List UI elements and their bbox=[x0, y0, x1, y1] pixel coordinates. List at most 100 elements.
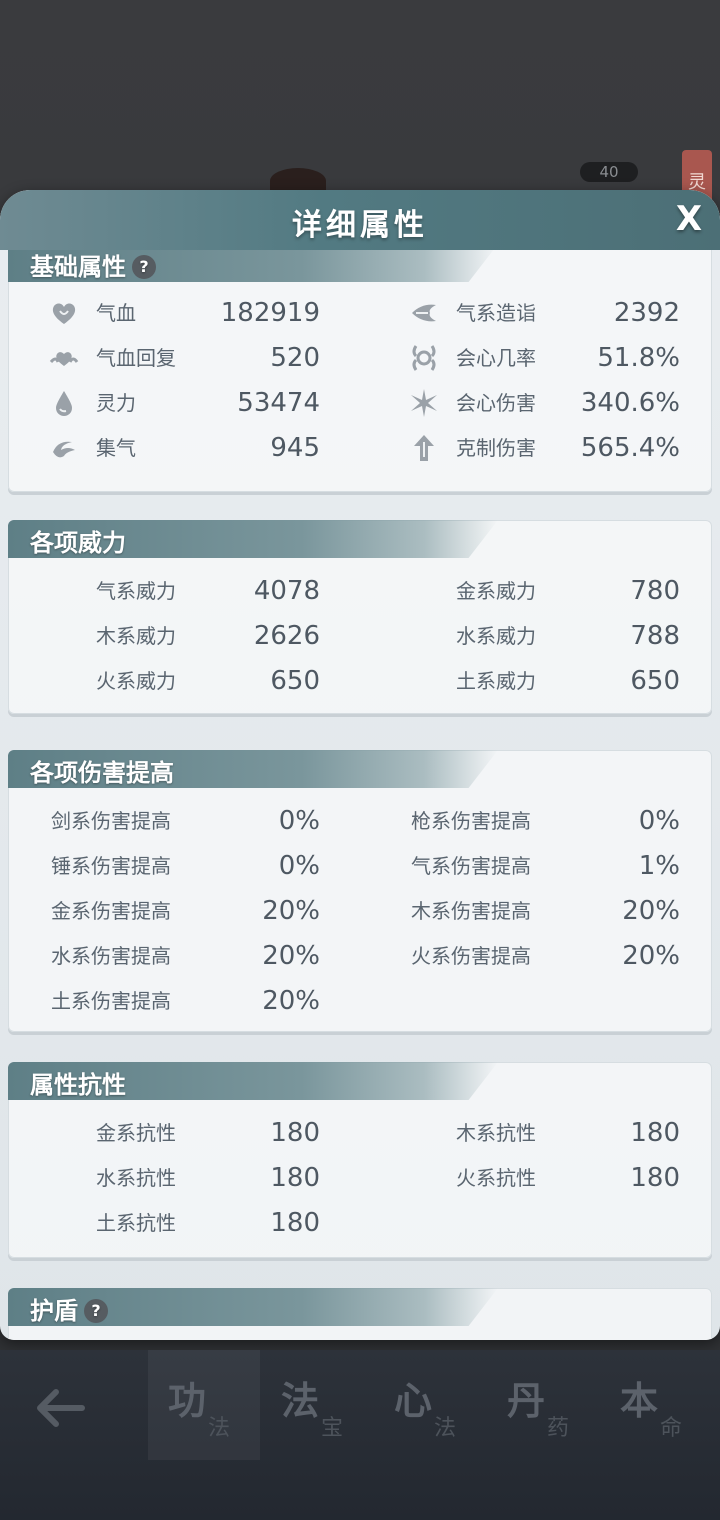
water-drop-icon bbox=[48, 387, 80, 419]
stat-label: 金系伤害提高 bbox=[51, 899, 171, 923]
nav-tab[interactable]: 丹药 bbox=[487, 1350, 599, 1460]
stat-row: 会心伤害 340.6% bbox=[368, 386, 680, 420]
stat-value: 4078 bbox=[253, 576, 320, 606]
section-title: 护盾? bbox=[30, 1291, 108, 1326]
stat-row: 气血 182919 bbox=[8, 296, 320, 330]
stat-label: 灵力 bbox=[96, 391, 136, 415]
stat-row: 金系伤害提高 20% bbox=[8, 894, 320, 928]
stat-row: 火系威力 650 bbox=[8, 664, 320, 698]
stat-value: 20% bbox=[622, 896, 680, 926]
panel-title: 详细属性 bbox=[292, 208, 428, 243]
stat-row: 火系抗性 180 bbox=[368, 1161, 680, 1195]
stat-value: 945 bbox=[270, 433, 320, 463]
stat-label: 火系威力 bbox=[96, 669, 176, 693]
stat-value: 51.8% bbox=[597, 343, 680, 373]
help-icon[interactable]: ? bbox=[132, 255, 156, 279]
stat-label: 气系威力 bbox=[96, 579, 176, 603]
stat-row: 灵力 53474 bbox=[8, 386, 320, 420]
nav-tab-sub-label: 宝 bbox=[321, 1416, 344, 1441]
nav-tab-main-label: 功 bbox=[168, 1378, 207, 1423]
stat-row: 火系伤害提高 20% bbox=[368, 939, 680, 973]
stat-label: 气系造诣 bbox=[456, 301, 536, 325]
nav-tab-sub-label: 命 bbox=[660, 1416, 683, 1441]
stat-label: 会心伤害 bbox=[456, 391, 536, 415]
swirl-icon bbox=[48, 432, 80, 464]
stat-label: 气血 bbox=[96, 301, 136, 325]
stat-value: 180 bbox=[270, 1163, 320, 1193]
section-title-text: 护盾 bbox=[30, 1297, 78, 1325]
nav-tab[interactable]: 法宝 bbox=[261, 1350, 373, 1460]
stat-row: 气系威力 4078 bbox=[8, 574, 320, 608]
arrow-up-icon bbox=[408, 432, 440, 464]
close-button[interactable]: X bbox=[668, 198, 710, 240]
stat-label: 会心几率 bbox=[456, 346, 536, 370]
nav-tab-main-label: 本 bbox=[620, 1378, 659, 1423]
qi-blast-icon bbox=[408, 297, 440, 329]
section-title: 属性抗性 bbox=[30, 1071, 126, 1099]
bottom-nav: 功法法宝心法丹药本命 bbox=[0, 1350, 720, 1520]
heart-icon bbox=[48, 297, 80, 329]
nav-tab-main-label: 法 bbox=[281, 1378, 320, 1423]
stat-value: 2392 bbox=[613, 298, 680, 328]
stat-value: 20% bbox=[262, 896, 320, 926]
stat-value: 20% bbox=[262, 941, 320, 971]
stat-value: 340.6% bbox=[580, 388, 680, 418]
stat-value: 788 bbox=[630, 621, 680, 651]
stat-value: 0% bbox=[278, 851, 320, 881]
background-level-badge: 40 bbox=[580, 162, 638, 182]
stat-value: 53474 bbox=[237, 388, 320, 418]
stat-value: 1% bbox=[638, 851, 680, 881]
section-title-text: 基础属性 bbox=[30, 253, 126, 281]
section-title: 各项伤害提高 bbox=[30, 759, 174, 787]
stat-label: 土系伤害提高 bbox=[51, 989, 171, 1013]
stat-label: 水系抗性 bbox=[96, 1166, 176, 1190]
section-title: 基础属性? bbox=[30, 250, 156, 282]
stat-label: 土系抗性 bbox=[96, 1211, 176, 1235]
stat-row: 剑系伤害提高 0% bbox=[8, 804, 320, 838]
stat-label: 金系抗性 bbox=[96, 1121, 176, 1145]
stat-label: 火系伤害提高 bbox=[411, 944, 531, 968]
stat-row: 木系抗性 180 bbox=[368, 1116, 680, 1150]
panel-header: 详细属性 X bbox=[0, 190, 720, 250]
section-damage: 各项伤害提高 剑系伤害提高 0% 锤系伤害提高 0% 金系伤害提高 20% 水系伤害提高 20… bbox=[8, 750, 712, 1032]
nav-tab-sub-label: 药 bbox=[547, 1416, 570, 1441]
back-button[interactable] bbox=[28, 1380, 92, 1436]
stat-label: 克制伤害 bbox=[456, 436, 536, 460]
nav-tab[interactable]: 功法 bbox=[148, 1350, 260, 1460]
stat-value: 0% bbox=[278, 806, 320, 836]
stat-row: 克制伤害 565.4% bbox=[368, 431, 680, 465]
stat-row: 土系抗性 180 bbox=[8, 1206, 320, 1240]
detail-attributes-panel: 详细属性 X 基础属性? 气血 182919 气血回复 520 灵力 53474 集气 945… bbox=[0, 190, 720, 1340]
nav-tab[interactable]: 本命 bbox=[600, 1350, 712, 1460]
nav-tab[interactable]: 心法 bbox=[374, 1350, 486, 1460]
stat-row: 锤系伤害提高 0% bbox=[8, 849, 320, 883]
stat-value: 180 bbox=[630, 1163, 680, 1193]
nav-tab-sub-label: 法 bbox=[208, 1416, 231, 1441]
section-basic: 基础属性? 气血 182919 气血回复 520 灵力 53474 集气 945 气系造诣 23… bbox=[8, 250, 712, 492]
stat-value: 780 bbox=[630, 576, 680, 606]
stat-value: 0% bbox=[638, 806, 680, 836]
stat-label: 气血回复 bbox=[96, 346, 176, 370]
stat-row: 土系伤害提高 20% bbox=[8, 984, 320, 1018]
stat-row: 集气 945 bbox=[8, 431, 320, 465]
stat-label: 气系伤害提高 bbox=[411, 854, 531, 878]
section-shield: 护盾? bbox=[8, 1288, 712, 1340]
stat-label: 剑系伤害提高 bbox=[51, 809, 171, 833]
stat-row: 水系抗性 180 bbox=[8, 1161, 320, 1195]
nav-tab-main-label: 心 bbox=[394, 1378, 433, 1423]
attributes-scroll-area[interactable]: 基础属性? 气血 182919 气血回复 520 灵力 53474 集气 945 气系造诣 23… bbox=[0, 250, 720, 1340]
stat-row: 水系伤害提高 20% bbox=[8, 939, 320, 973]
stat-value: 182919 bbox=[220, 298, 320, 328]
help-icon[interactable]: ? bbox=[84, 1299, 108, 1323]
stat-value: 565.4% bbox=[580, 433, 680, 463]
stat-value: 2626 bbox=[253, 621, 320, 651]
stat-label: 枪系伤害提高 bbox=[411, 809, 531, 833]
stat-row: 枪系伤害提高 0% bbox=[368, 804, 680, 838]
section-power: 各项威力 气系威力 4078 木系威力 2626 火系威力 650 金系威力 780 水系威力… bbox=[8, 520, 712, 714]
stat-row: 会心几率 51.8% bbox=[368, 341, 680, 375]
crit-rate-icon bbox=[408, 342, 440, 374]
stat-label: 水系威力 bbox=[456, 624, 536, 648]
arrow-left-icon bbox=[37, 1389, 85, 1427]
stat-row: 金系威力 780 bbox=[368, 574, 680, 608]
stat-value: 180 bbox=[270, 1118, 320, 1148]
